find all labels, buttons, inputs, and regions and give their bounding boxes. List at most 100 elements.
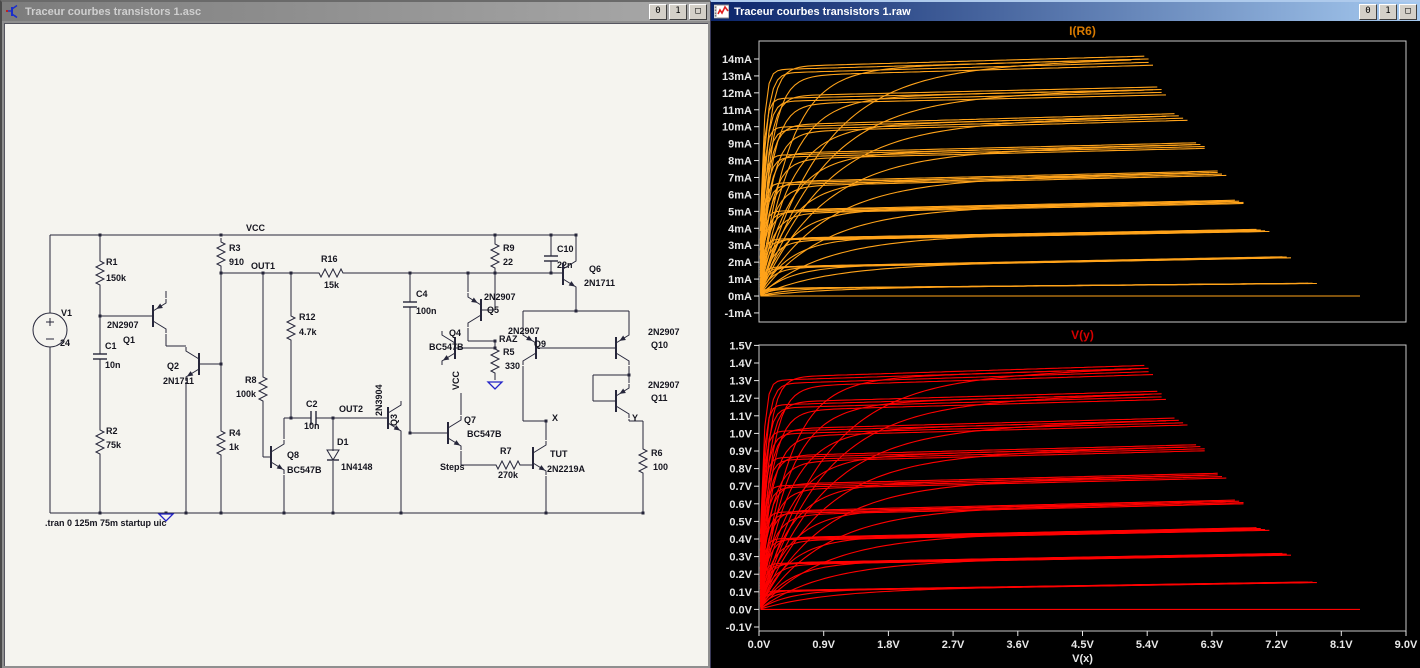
svg-text:14mA: 14mA (722, 54, 752, 66)
svg-text:100: 100 (653, 462, 668, 472)
waveform-file-icon (714, 4, 729, 19)
svg-text:OUT1: OUT1 (251, 261, 275, 271)
svg-text:Q7: Q7 (464, 415, 476, 425)
svg-text:10n: 10n (105, 360, 121, 370)
svg-text:1.4V: 1.4V (729, 358, 752, 370)
svg-text:C10: C10 (557, 244, 574, 254)
svg-text:.tran 0 125m 75m startup uic: .tran 0 125m 75m startup uic (45, 518, 167, 528)
svg-text:R8: R8 (245, 375, 257, 385)
svg-text:R2: R2 (106, 426, 118, 436)
svg-text:2N1711: 2N1711 (163, 376, 194, 386)
svg-text:11mA: 11mA (723, 105, 752, 117)
svg-text:R3: R3 (229, 243, 241, 253)
svg-text:0.0V: 0.0V (748, 639, 771, 651)
minimize-button[interactable]: 0 (1359, 3, 1377, 20)
svg-text:270k: 270k (498, 470, 519, 480)
svg-text:1.5V: 1.5V (729, 340, 752, 352)
svg-text:-0.1V: -0.1V (726, 622, 753, 634)
svg-text:3mA: 3mA (728, 240, 752, 252)
svg-text:13mA: 13mA (722, 71, 752, 83)
svg-text:C4: C4 (416, 289, 428, 299)
svg-text:9.0V: 9.0V (1395, 639, 1418, 651)
svg-text:C2: C2 (306, 399, 318, 409)
svg-text:Steps: Steps (440, 462, 465, 472)
schematic-window-titlebar[interactable]: Traceur courbes transistors 1.asc 0 1 □ (2, 2, 710, 21)
svg-text:75k: 75k (106, 440, 122, 450)
close-button[interactable]: □ (1399, 3, 1417, 20)
svg-text:1N4148: 1N4148 (341, 462, 373, 472)
svg-text:24: 24 (60, 338, 70, 348)
svg-text:1.0V: 1.0V (729, 428, 752, 440)
svg-text:1.2V: 1.2V (729, 393, 752, 405)
svg-text:0.7V: 0.7V (729, 481, 752, 493)
svg-text:7mA: 7mA (728, 172, 752, 184)
svg-text:Q8: Q8 (287, 450, 299, 460)
svg-text:10mA: 10mA (722, 122, 752, 134)
waveform-window-title: Traceur courbes transistors 1.raw (734, 5, 911, 18)
svg-text:Y: Y (632, 413, 638, 423)
svg-text:1.3V: 1.3V (729, 376, 752, 388)
svg-text:V(y): V(y) (1071, 328, 1094, 342)
svg-text:Q2: Q2 (167, 361, 179, 371)
svg-text:2N3904: 2N3904 (374, 384, 384, 416)
svg-text:2N2907: 2N2907 (484, 292, 516, 302)
svg-text:V(x): V(x) (1072, 653, 1093, 665)
svg-text:1k: 1k (229, 442, 240, 452)
plot-pane-Vy[interactable]: V(y) 1.5V 1.4V 1.3V 1.2V 1.1V 1.0V 0.9V 0.8V 0.7V… (726, 328, 1418, 665)
svg-text:R6: R6 (651, 448, 663, 458)
svg-text:R4: R4 (229, 428, 241, 438)
waveform-plot-area[interactable]: I(R6) 14mA 13mA 12mA 11mA 10mA 9mA 8mA 7mA 6mA 5mA… (712, 23, 1420, 668)
svg-text:0.9V: 0.9V (729, 446, 752, 458)
plot-pane-IR6[interactable]: I(R6) 14mA 13mA 12mA 11mA 10mA 9mA 8mA 7mA 6mA 5mA… (722, 24, 1407, 323)
svg-text:4.5V: 4.5V (1071, 639, 1094, 651)
svg-text:6mA: 6mA (728, 189, 752, 201)
svg-text:8mA: 8mA (728, 156, 752, 168)
svg-text:C1: C1 (105, 341, 117, 351)
svg-text:4.7k: 4.7k (299, 327, 318, 337)
svg-text:2N2907: 2N2907 (107, 320, 139, 330)
svg-text:Q6: Q6 (589, 264, 601, 274)
svg-text:4mA: 4mA (728, 223, 752, 235)
waveform-window-titlebar[interactable]: Traceur courbes transistors 1.raw 0 1 □ (711, 2, 1420, 21)
svg-text:Q11: Q11 (651, 393, 668, 403)
svg-text:15k: 15k (324, 280, 340, 290)
close-button[interactable]: □ (689, 3, 707, 20)
svg-text:R5: R5 (503, 347, 515, 357)
svg-text:100n: 100n (416, 306, 437, 316)
svg-text:1mA: 1mA (728, 274, 752, 286)
svg-text:BC547B: BC547B (467, 429, 502, 439)
waveform-plots: I(R6) 14mA 13mA 12mA 11mA 10mA 9mA 8mA 7mA 6mA 5mA… (722, 24, 1418, 665)
svg-text:R7: R7 (500, 446, 512, 456)
svg-text:2.7V: 2.7V (942, 639, 965, 651)
svg-text:0.3V: 0.3V (729, 552, 752, 564)
svg-text:R16: R16 (321, 254, 338, 264)
restore-button[interactable]: 1 (669, 3, 687, 20)
desktop: Traceur courbes transistors 1.asc 0 1 □ … (0, 0, 1420, 668)
svg-text:150k: 150k (106, 273, 127, 283)
svg-text:0.2V: 0.2V (729, 569, 752, 581)
svg-text:D1: D1 (337, 437, 349, 447)
svg-text:0mA: 0mA (728, 291, 752, 303)
restore-button[interactable]: 1 (1379, 3, 1397, 20)
schematic-drawing: R1 150k R2 75k R3 910 R4 1k R8 100k R12 4.7k R16 15k R… (32, 223, 680, 528)
svg-text:Q10: Q10 (651, 340, 668, 350)
svg-text:BC547B: BC547B (429, 342, 464, 352)
svg-text:7.2V: 7.2V (1265, 639, 1288, 651)
svg-text:10n: 10n (304, 421, 320, 431)
svg-text:Q3: Q3 (389, 414, 399, 426)
svg-text:RAZ: RAZ (499, 334, 518, 344)
svg-text:0.9V: 0.9V (812, 639, 835, 651)
schematic-window-title: Traceur courbes transistors 1.asc (25, 5, 202, 18)
svg-text:2N2907: 2N2907 (648, 380, 680, 390)
schematic-canvas[interactable]: R1 150k R2 75k R3 910 R4 1k R8 100k R12 4.7k R16 15k R… (4, 23, 708, 666)
svg-text:5mA: 5mA (728, 206, 752, 218)
schematic-window: Traceur courbes transistors 1.asc 0 1 □ … (0, 0, 710, 668)
minimize-button[interactable]: 0 (649, 3, 667, 20)
svg-text:0.1V: 0.1V (729, 587, 752, 599)
svg-text:0.4V: 0.4V (729, 534, 752, 546)
svg-text:5.4V: 5.4V (1136, 639, 1159, 651)
svg-text:BC547B: BC547B (287, 465, 322, 475)
svg-text:330: 330 (505, 361, 520, 371)
svg-text:0.0V: 0.0V (729, 604, 752, 616)
svg-text:VCC: VCC (246, 223, 266, 233)
